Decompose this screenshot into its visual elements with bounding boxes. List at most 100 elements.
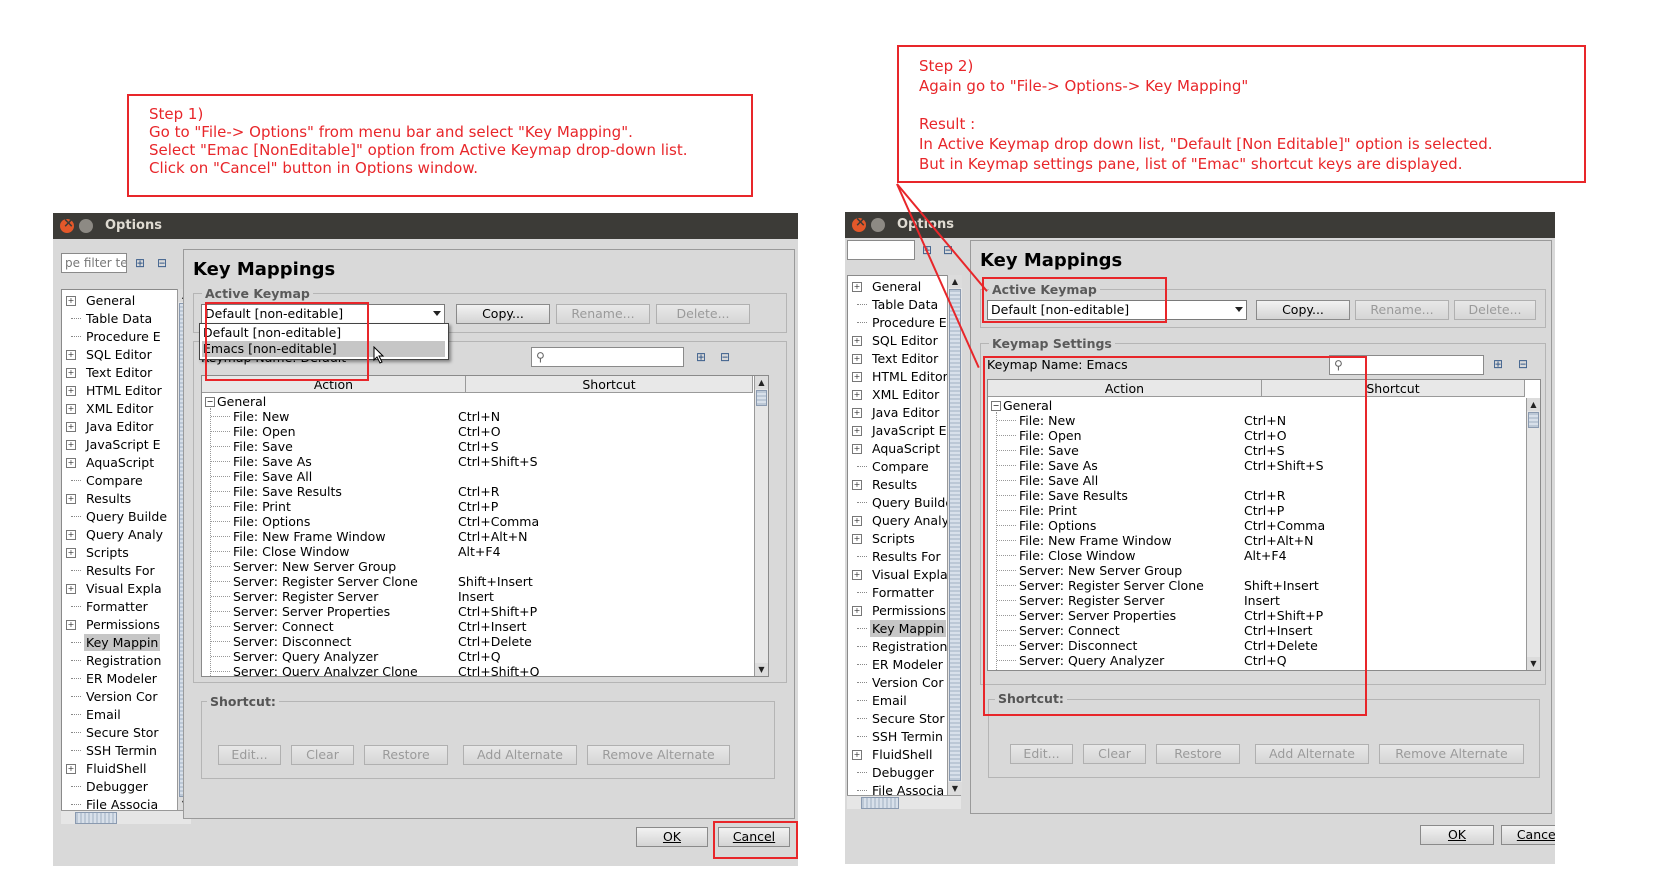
expand-icon[interactable]: + [852,480,862,490]
expand-icon[interactable]: + [852,408,862,418]
scroll-thumb[interactable] [949,289,961,781]
expand-icon[interactable]: + [852,282,862,292]
expand-icon[interactable]: + [66,494,76,504]
expand-icon[interactable]: + [66,296,76,306]
expand-icon[interactable]: + [66,764,76,774]
tree-item[interactable]: Query Builde [848,494,948,511]
expand-icon[interactable]: + [852,750,862,760]
tree-scrollbar[interactable]: ▲ ▼ [947,275,962,795]
collapse-icon[interactable]: − [205,397,215,407]
tree-item[interactable]: + Query Analy [62,526,178,543]
edit-button[interactable]: Edit... [1010,744,1073,764]
expand-icon[interactable]: + [852,354,862,364]
tree-item[interactable]: Table Data [62,310,178,327]
minimize-icon[interactable] [79,219,93,233]
expand-icon[interactable]: + [852,570,862,580]
table-row[interactable]: File: Open Ctrl+O [202,424,754,439]
tree-item[interactable]: + Text Editor [62,364,178,381]
tree-item[interactable]: + XML Editor [62,400,178,417]
table-row[interactable]: Server: Server Properties Ctrl+Shift+P [202,604,754,619]
tree-item[interactable]: + XML Editor [848,386,948,403]
tree-item[interactable]: + Java Editor [848,404,948,421]
table-row[interactable]: File: Print Ctrl+P [202,499,754,514]
expand-icon[interactable]: + [66,458,76,468]
collapse-all-icon[interactable]: ⊟ [1515,356,1531,372]
expand-icon[interactable]: + [66,584,76,594]
table-row[interactable]: Server: Register Server Clone Shift+Inser… [202,574,754,589]
table-row[interactable]: File: Save As Ctrl+Shift+S [202,454,754,469]
expand-icon[interactable]: + [852,516,862,526]
expand-icon[interactable]: + [852,372,862,382]
tree-item[interactable]: + JavaScript E [848,422,948,439]
cancel-button[interactable]: Cancel [1501,825,1555,845]
tree-item[interactable]: Email [62,706,178,723]
tree-item[interactable]: Email [848,692,948,709]
table-row[interactable]: Server: Query Analyzer Ctrl+Q [202,649,754,664]
expand-icon[interactable]: + [852,444,862,454]
tree-item[interactable]: ER Modeler [62,670,178,687]
expand-icon[interactable]: + [66,404,76,414]
table-row[interactable]: Server: Disconnect Ctrl+Delete [202,634,754,649]
scroll-down-icon[interactable]: ▼ [948,782,962,795]
tree-item[interactable]: + Permissions [848,602,948,619]
expand-icon[interactable]: + [852,390,862,400]
expand-icon[interactable]: + [66,386,76,396]
column-header-shortcut[interactable]: Shortcut [466,376,753,393]
tree-item[interactable]: Registration [848,638,948,655]
close-icon[interactable] [60,216,74,233]
add-alternate-button[interactable]: Add Alternate [1255,744,1369,764]
ok-button[interactable]: OK [636,827,708,847]
tree-item[interactable]: Registration [62,652,178,669]
expand-icon[interactable]: + [66,530,76,540]
tree-item[interactable]: + Query Analy [848,512,948,529]
tree-item[interactable]: Version Cor [62,688,178,705]
scroll-thumb[interactable] [1528,412,1539,428]
tree-item[interactable]: Version Cor [848,674,948,691]
remove-alternate-button[interactable]: Remove Alternate [1379,744,1524,764]
hscroll-thumb[interactable] [75,812,117,824]
table-scrollbar[interactable]: ▲ ▼ [754,376,768,676]
tree-item[interactable]: Procedure E [848,314,948,331]
tree-item[interactable]: SSH Termin [848,728,948,745]
tree-item[interactable]: + Scripts [848,530,948,547]
expand-icon[interactable]: + [66,548,76,558]
tree-item[interactable]: + Java Editor [62,418,178,435]
table-row[interactable]: File: Save Results Ctrl+R [202,484,754,499]
tree-hscrollbar[interactable] [847,795,961,809]
tree-item[interactable]: + JavaScript E [62,436,178,453]
expand-icon[interactable]: + [852,336,862,346]
copy-button[interactable]: Copy... [1256,300,1350,320]
add-alternate-button[interactable]: Add Alternate [463,745,577,765]
tree-item[interactable]: + FluidShell [848,746,948,763]
collapse-all-icon[interactable]: ⊟ [717,349,733,365]
tree-item[interactable]: + Text Editor [848,350,948,367]
table-row[interactable]: File: Options Ctrl+Comma [202,514,754,529]
tree-item[interactable]: Debugger [62,778,178,795]
expand-icon[interactable]: + [852,426,862,436]
scroll-down-icon[interactable]: ▼ [1527,657,1540,670]
ok-button[interactable]: OK [1420,825,1494,845]
tree-item[interactable]: Results For [62,562,178,579]
copy-button[interactable]: Copy... [456,304,550,324]
tree-item[interactable]: + HTML Editor [848,368,948,385]
close-icon[interactable] [852,215,866,232]
tree-item[interactable]: Secure Stor [62,724,178,741]
tree-item[interactable]: ER Modeler [848,656,948,673]
scroll-thumb[interactable] [756,390,767,406]
tree-item[interactable]: + General [62,292,178,309]
table-scrollbar[interactable]: ▲ ▼ [1526,398,1540,670]
remove-alternate-button[interactable]: Remove Alternate [587,745,730,765]
expand-all-icon[interactable]: ⊞ [1490,356,1506,372]
tree-item[interactable]: Secure Stor [848,710,948,727]
tree-item[interactable]: + Visual Expla [62,580,178,597]
tree-item[interactable]: + SQL Editor [62,346,178,363]
expand-all-icon[interactable]: ⊞ [693,349,709,365]
table-row[interactable]: Server: Register Server Insert [202,589,754,604]
search-input[interactable]: ⚲ [531,347,684,367]
table-row[interactable]: File: Save All [202,469,754,484]
tree-item[interactable]: Compare [848,458,948,475]
table-row[interactable]: File: Save Ctrl+S [202,439,754,454]
tree-item[interactable]: + Permissions [62,616,178,633]
expand-icon[interactable]: + [852,534,862,544]
tree-item[interactable]: Query Builde [62,508,178,525]
